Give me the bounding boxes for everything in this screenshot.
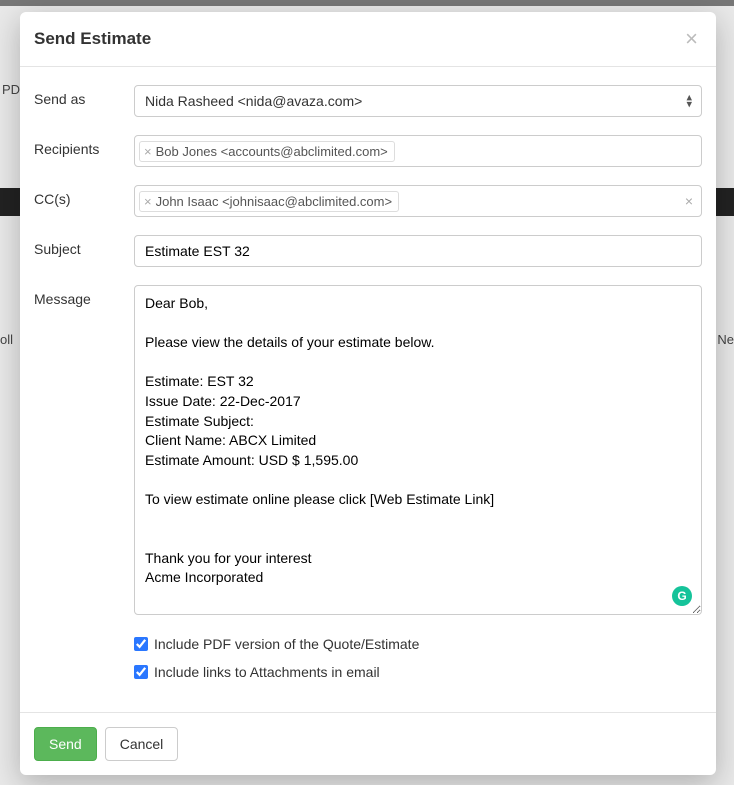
clear-ccs-icon[interactable]: × — [685, 193, 693, 209]
include-attachments-checkbox[interactable] — [134, 665, 148, 679]
bg-text: PD — [2, 82, 20, 97]
send-button[interactable]: Send — [34, 727, 97, 761]
include-attachments-label[interactable]: Include links to Attachments in email — [154, 664, 380, 680]
message-label: Message — [34, 285, 134, 307]
include-pdf-label[interactable]: Include PDF version of the Quote/Estimat… — [154, 636, 419, 652]
cancel-button[interactable]: Cancel — [105, 727, 179, 761]
include-pdf-checkbox[interactable] — [134, 637, 148, 651]
recipient-tag: × Bob Jones <accounts@abclimited.com> — [139, 141, 395, 162]
subject-label: Subject — [34, 235, 134, 257]
ccs-input[interactable]: × John Isaac <johnisaac@abclimited.com> … — [134, 185, 702, 217]
cc-tag-label: John Isaac <johnisaac@abclimited.com> — [156, 194, 393, 209]
cc-tag: × John Isaac <johnisaac@abclimited.com> — [139, 191, 399, 212]
ccs-label: CC(s) — [34, 185, 134, 207]
modal-body: Send as Nida Rasheed <nida@avaza.com> ▴ … — [20, 67, 716, 712]
bg-text: oll — [0, 332, 13, 347]
send-as-selected: Nida Rasheed <nida@avaza.com> — [145, 93, 362, 109]
recipients-label: Recipients — [34, 135, 134, 157]
recipient-tag-label: Bob Jones <accounts@abclimited.com> — [156, 144, 388, 159]
send-as-select[interactable]: Nida Rasheed <nida@avaza.com> — [134, 85, 702, 117]
remove-tag-icon[interactable]: × — [144, 194, 152, 209]
send-estimate-modal: Send Estimate × Send as Nida Rasheed <ni… — [20, 12, 716, 775]
recipients-input[interactable]: × Bob Jones <accounts@abclimited.com> — [134, 135, 702, 167]
modal-title: Send Estimate — [34, 29, 151, 49]
modal-header: Send Estimate × — [20, 12, 716, 67]
message-textarea[interactable] — [134, 285, 702, 615]
subject-input[interactable] — [134, 235, 702, 267]
modal-footer: Send Cancel — [20, 712, 716, 775]
send-as-label: Send as — [34, 85, 134, 107]
bg-text: Ne — [717, 332, 734, 347]
close-icon[interactable]: × — [685, 28, 698, 50]
remove-tag-icon[interactable]: × — [144, 144, 152, 159]
